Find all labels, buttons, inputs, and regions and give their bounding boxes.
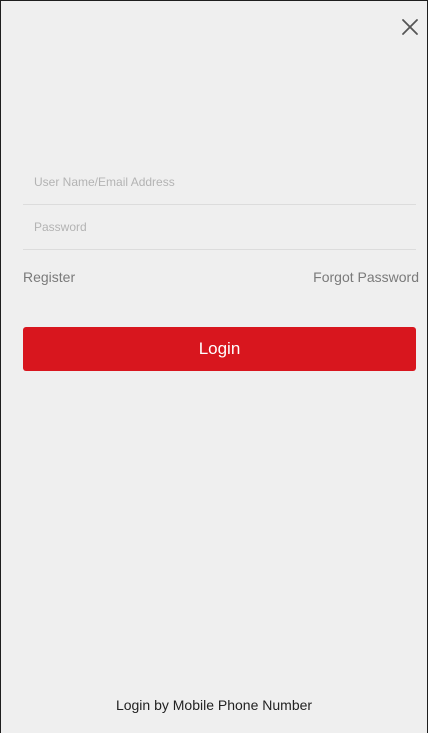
close-button[interactable] [398,15,422,39]
password-field [23,205,416,250]
username-field [23,160,416,205]
register-link[interactable]: Register [23,269,75,285]
login-button[interactable]: Login [23,327,416,371]
forgot-password-link[interactable]: Forgot Password [313,269,419,285]
login-button-label: Login [198,339,241,358]
close-icon [402,19,418,35]
login-by-phone-link[interactable]: Login by Mobile Phone Number [1,697,427,713]
password-input[interactable] [34,205,416,249]
login-screen: Register Forgot Password Login Login by … [0,0,428,733]
username-input[interactable] [34,160,416,204]
